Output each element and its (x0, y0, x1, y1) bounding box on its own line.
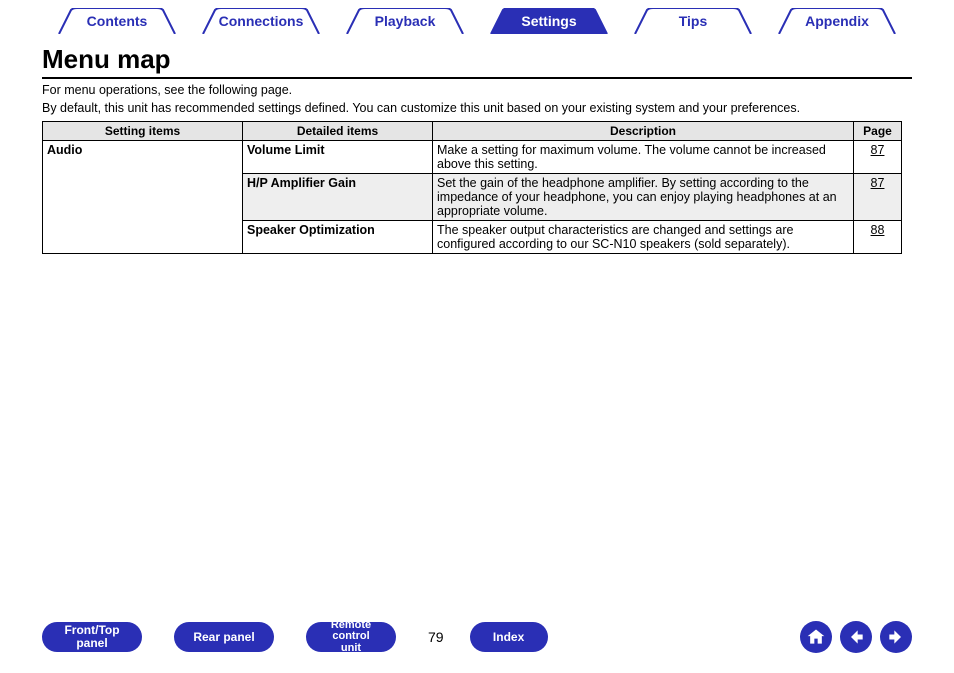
intro-line2: By default, this unit has recommended se… (42, 101, 912, 115)
index-button[interactable]: Index (470, 622, 548, 652)
nav-icons (800, 621, 912, 653)
tab-contents[interactable]: Contents (47, 8, 187, 34)
col-setting: Setting items (43, 122, 243, 141)
detail-item: Speaker Optimization (243, 221, 433, 254)
col-page: Page (854, 122, 902, 141)
bottom-bar: Front/Top panel Rear panel Remote contro… (42, 619, 912, 655)
page-content: Menu map For menu operations, see the fo… (42, 44, 912, 254)
page-link[interactable]: 88 (871, 223, 885, 237)
tab-playback[interactable]: Playback (335, 8, 475, 34)
intro-text: For menu operations, see the following p… (42, 83, 912, 115)
setting-group: Audio (43, 141, 243, 254)
menu-table: Setting items Detailed items Description… (42, 121, 902, 254)
tab-label: Settings (479, 8, 619, 34)
remote-control-button[interactable]: Remote control unit (306, 622, 396, 652)
description: Set the gain of the headphone amplifier.… (433, 174, 854, 221)
tab-label: Contents (47, 8, 187, 34)
col-desc: Description (433, 122, 854, 141)
home-icon (806, 627, 826, 647)
description: The speaker output characteristics are c… (433, 221, 854, 254)
detail-item: Volume Limit (243, 141, 433, 174)
page-link[interactable]: 87 (871, 176, 885, 190)
tab-connections[interactable]: Connections (191, 8, 331, 34)
page-number: 79 (428, 629, 444, 645)
tab-label: Playback (335, 8, 475, 34)
detail-item: H/P Amplifier Gain (243, 174, 433, 221)
tab-tips[interactable]: Tips (623, 8, 763, 34)
front-top-panel-button[interactable]: Front/Top panel (42, 622, 142, 652)
arrow-left-icon (846, 627, 866, 647)
prev-page-button[interactable] (840, 621, 872, 653)
tab-label: Connections (191, 8, 331, 34)
tab-label: Tips (623, 8, 763, 34)
arrow-right-icon (886, 627, 906, 647)
col-detail: Detailed items (243, 122, 433, 141)
tab-label: Appendix (767, 8, 907, 34)
tab-settings[interactable]: Settings (479, 8, 619, 34)
page-title: Menu map (42, 44, 912, 79)
top-tabs: Contents Connections Playback Settings T… (0, 8, 954, 38)
rear-panel-button[interactable]: Rear panel (174, 622, 274, 652)
table-row: Audio Volume Limit Make a setting for ma… (43, 141, 902, 174)
intro-line1: For menu operations, see the following p… (42, 83, 912, 97)
home-button[interactable] (800, 621, 832, 653)
description: Make a setting for maximum volume. The v… (433, 141, 854, 174)
tab-appendix[interactable]: Appendix (767, 8, 907, 34)
page-link[interactable]: 87 (871, 143, 885, 157)
next-page-button[interactable] (880, 621, 912, 653)
